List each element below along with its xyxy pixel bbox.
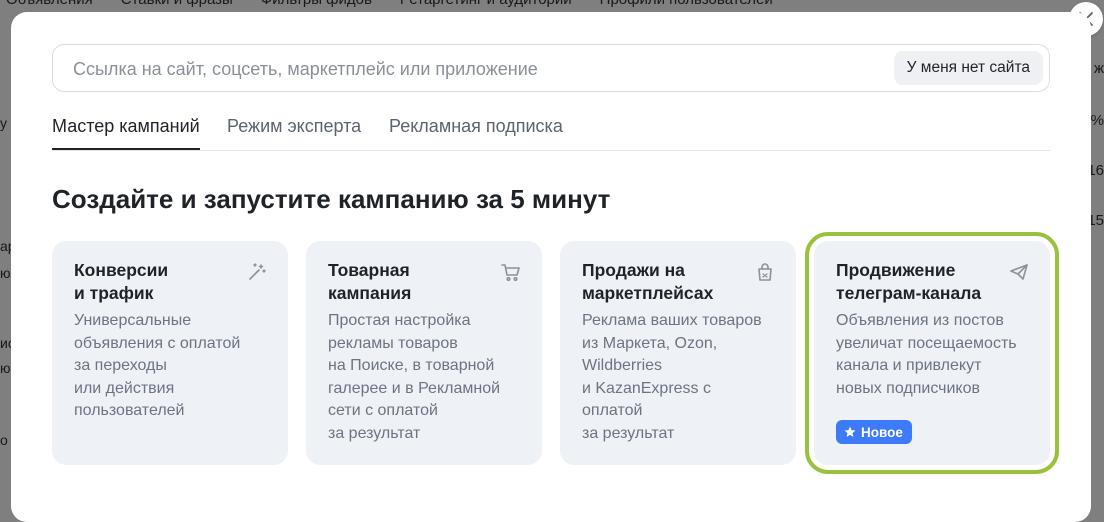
card-description: Объявления из постов увеличат посещаемос… [836,312,1017,397]
mode-tabs: Мастер кампаний Режим эксперта Рекламная… [52,114,1050,151]
page-title: Создайте и запустите кампанию за 5 минут [52,184,611,214]
new-badge: Новое [836,420,912,444]
site-url-input[interactable] [73,57,873,81]
create-campaign-modal: У меня нет сайта Мастер кампаний Режим э… [11,12,1091,522]
shopping-bag-icon [758,263,772,281]
tab-campaign-wizard[interactable]: Мастер кампаний [52,114,200,150]
campaign-card-telegram[interactable]: Продвижение телеграм-канала Объявления и… [805,232,1059,474]
star-icon [844,426,856,437]
magic-wand-icon [249,263,266,280]
cart-icon [501,264,520,282]
card-title: Продажи на маркетплейсах [582,260,714,303]
card-title: Конверсии и трафик [74,260,169,303]
campaign-card-product[interactable]: Товарная кампания Простая настройка рекл… [306,241,542,465]
card-title: Продвижение телеграм-канала [836,260,982,303]
site-url-field: У меня нет сайта [52,44,1050,92]
telegram-plane-icon [1010,264,1028,280]
card-title: Товарная кампания [328,260,412,303]
badge-label: Новое [861,424,903,440]
tab-expert-mode[interactable]: Режим эксперта [227,114,361,138]
campaign-card-marketplaces[interactable]: Продажи на маркетплейсах Реклама ваших т… [560,241,796,465]
no-site-button[interactable]: У меня нет сайта [893,51,1043,85]
campaign-card-conversions[interactable]: Конверсии и трафик Универсальные объявле… [52,241,288,465]
card-description: Универсальные объявления с оплатой за пе… [74,312,241,419]
card-description: Реклама ваших товаров из Маркета, Ozon, … [582,312,762,442]
card-description: Простая настройка рекламы товаров на Пои… [328,312,501,442]
tab-ad-subscription[interactable]: Рекламная подписка [389,114,563,138]
